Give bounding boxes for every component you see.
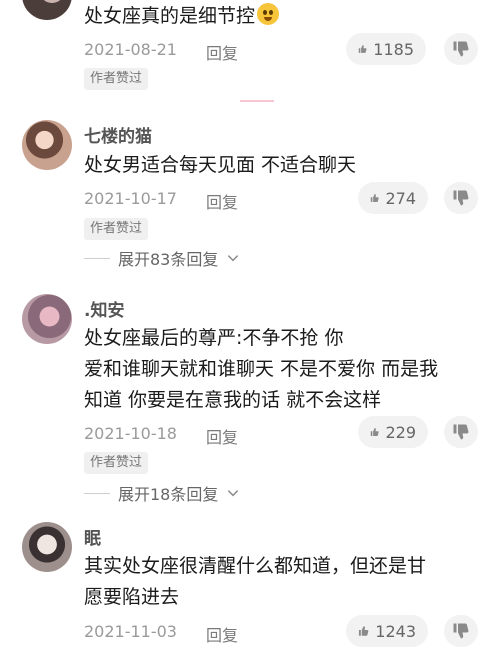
thumbs-up-icon (358, 626, 369, 636)
thumbs-down-icon (453, 623, 469, 639)
comment-text-line: 知道 你要是在意我的话 就不会这样 (84, 389, 382, 411)
like-button[interactable]: 1185 (346, 33, 426, 65)
expand-replies-label: 展开83条回复 (118, 250, 219, 269)
dislike-button[interactable] (444, 33, 478, 65)
author-liked-badge: 作者赞过 (84, 452, 149, 474)
smiling-face-emoji-icon (257, 3, 280, 25)
username[interactable]: 眠 (84, 524, 101, 549)
expand-divider (84, 492, 110, 494)
reply-button[interactable]: 回复 (206, 40, 238, 64)
expand-replies-button[interactable]: 展开18条回复 (84, 481, 240, 505)
comment-date: 2021-10-17 (84, 189, 177, 208)
thumbs-down-icon (453, 190, 469, 206)
avatar[interactable] (22, 0, 72, 20)
chevron-down-icon (228, 255, 239, 262)
comment-text-line: 愿要陷进去 (84, 586, 180, 608)
author-liked-badge: 作者赞过 (84, 68, 149, 90)
reply-button[interactable]: 回复 (206, 189, 238, 213)
comment-date: 2021-10-18 (84, 424, 177, 443)
comment-date: 2021-08-21 (84, 40, 177, 59)
thumbs-down-icon (453, 424, 469, 440)
thumbs-up-icon (370, 194, 379, 202)
username[interactable]: 七楼的猫 (84, 122, 152, 147)
like-button[interactable]: 274 (358, 182, 428, 214)
comment-text-line: 爱和谁聊天就和谁聊天 不是不爱你 而是我 (84, 358, 439, 380)
thumbs-down-icon (453, 41, 469, 57)
like-count: 1243 (375, 621, 416, 641)
dislike-button[interactable] (444, 615, 478, 647)
divider-accent (240, 100, 274, 102)
like-button[interactable]: 1243 (346, 615, 428, 647)
avatar[interactable] (22, 294, 72, 344)
like-count: 274 (385, 188, 416, 208)
like-count: 229 (385, 422, 416, 442)
thumbs-up-icon (358, 45, 367, 53)
chevron-down-icon (228, 490, 239, 497)
comment-text: 处女男适合每天见面 不适合聊天 (84, 154, 357, 176)
expand-replies-label: 展开18条回复 (118, 485, 219, 504)
thumbs-up-icon (370, 428, 379, 436)
comment-date: 2021-11-03 (84, 622, 177, 641)
expand-replies-button[interactable]: 展开83条回复 (84, 246, 240, 270)
avatar[interactable] (22, 120, 72, 170)
dislike-button[interactable] (444, 182, 478, 214)
comment-text-line: 其实处女座很清醒什么都知道，但还是甘 (84, 555, 427, 577)
dislike-button[interactable] (444, 416, 478, 448)
author-liked-badge: 作者赞过 (84, 218, 149, 240)
comment-text: 处女座真的是细节控 (84, 0, 280, 32)
like-count: 1185 (373, 39, 414, 59)
comment-text-line: 处女座最后的尊严:不争不抢 你 (84, 327, 344, 349)
reply-button[interactable]: 回复 (206, 622, 238, 646)
like-button[interactable]: 229 (358, 416, 428, 448)
avatar[interactable] (22, 522, 72, 572)
reply-button[interactable]: 回复 (206, 424, 238, 448)
username[interactable]: .知安 (84, 296, 124, 321)
expand-divider (84, 257, 110, 259)
